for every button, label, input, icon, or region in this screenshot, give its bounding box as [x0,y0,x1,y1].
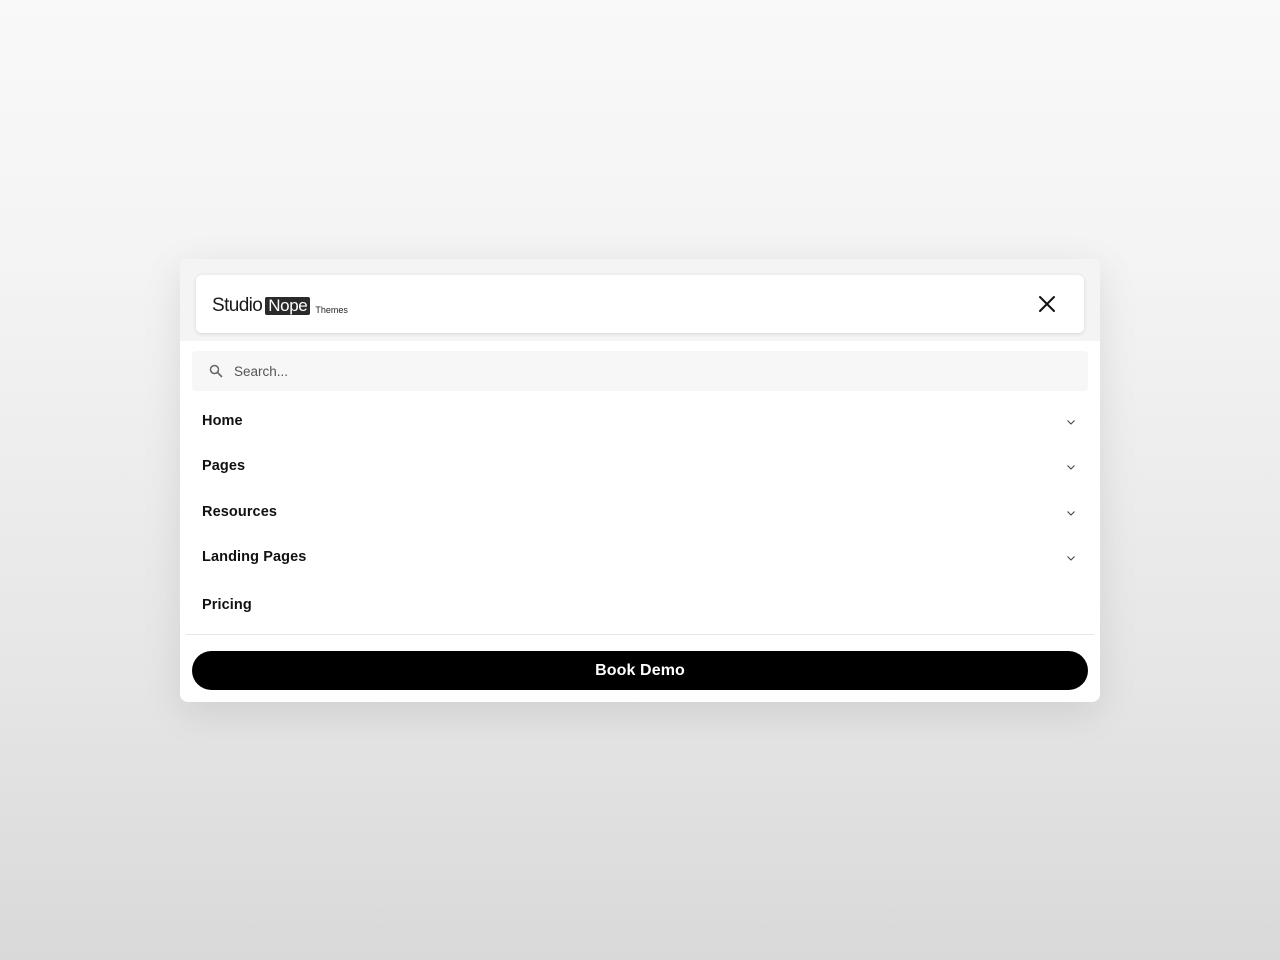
nav-item-label: Pages [202,458,246,474]
mobile-menu-panel: Studio Nope Themes Home Pages Resources [180,259,1100,702]
brand-logo[interactable]: Studio Nope Themes [212,294,348,316]
search-icon [209,364,223,378]
brand-suffix: Themes [315,305,348,315]
book-demo-button[interactable]: Book Demo [192,651,1088,690]
nav-item-home[interactable]: Home [192,402,1088,442]
search-box[interactable] [192,351,1088,391]
nav-item-pricing[interactable]: Pricing [192,586,1088,626]
nav-item-landing-pages[interactable]: Landing Pages [192,538,1088,578]
close-button[interactable] [1036,293,1058,315]
close-icon [1039,296,1055,312]
nav-item-label: Landing Pages [202,549,307,565]
chevron-down-icon[interactable] [1066,508,1076,518]
chevron-down-icon[interactable] [1066,553,1076,563]
divider [186,634,1094,635]
nav-item-label: Resources [202,504,278,520]
nav-item-label: Home [202,413,243,429]
chevron-down-icon[interactable] [1066,462,1076,472]
nav-item-label: Pricing [202,597,252,613]
search-input[interactable] [234,351,1074,391]
nav-item-pages[interactable]: Pages [192,447,1088,487]
header-bar: Studio Nope Themes [196,275,1084,333]
brand-name-studio: Studio [212,295,263,316]
nav-item-resources[interactable]: Resources [192,493,1088,533]
chevron-down-icon[interactable] [1066,417,1076,427]
brand-name-nope: Nope [265,297,311,315]
